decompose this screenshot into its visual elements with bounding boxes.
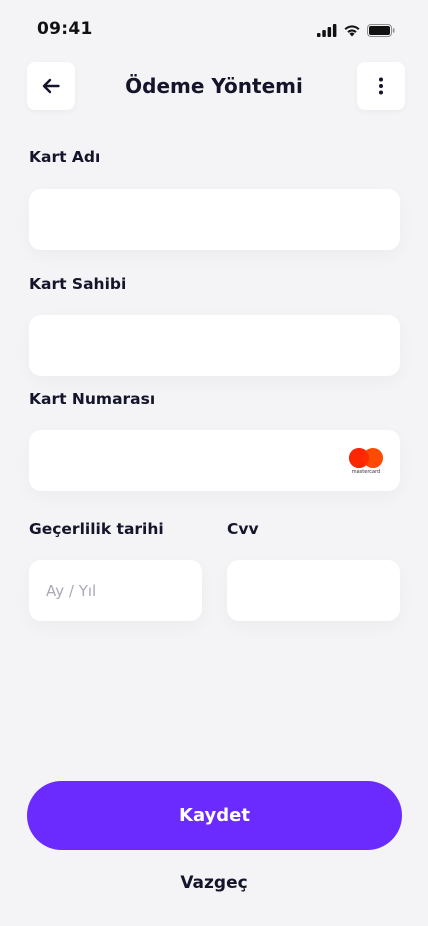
card-number-field-container: mastercard	[29, 430, 400, 491]
card-name-label: Kart Adı	[29, 148, 101, 166]
cvv-label: Cvv	[227, 520, 259, 538]
signal-icon	[317, 23, 337, 37]
card-number-input[interactable]	[46, 430, 383, 491]
card-name-field-container	[29, 189, 400, 250]
card-number-label: Kart Numarası	[29, 390, 156, 408]
header: Ödeme Yöntemi	[0, 62, 428, 112]
card-holder-input[interactable]	[46, 315, 383, 376]
mastercard-icon: mastercard	[348, 448, 384, 476]
status-time: 09:41	[37, 19, 93, 39]
expiry-input[interactable]	[46, 560, 185, 621]
mastercard-wordmark: mastercard	[351, 469, 381, 475]
more-vertical-icon	[379, 77, 383, 95]
status-bar: 09:41	[0, 0, 428, 60]
battery-icon	[367, 23, 395, 37]
status-icons	[317, 22, 395, 38]
expiry-label: Geçerlilik tarihi	[29, 520, 164, 538]
save-button[interactable]: Kaydet	[27, 781, 402, 850]
card-holder-field-container	[29, 315, 400, 376]
cvv-field-container	[227, 560, 400, 621]
wifi-icon	[344, 24, 360, 36]
expiry-field-container	[29, 560, 202, 621]
cancel-button[interactable]: Vazgeç	[0, 873, 428, 893]
card-name-input[interactable]	[46, 189, 383, 250]
more-options-button[interactable]	[357, 62, 405, 110]
card-holder-label: Kart Sahibi	[29, 275, 127, 293]
cvv-input[interactable]	[244, 560, 383, 621]
